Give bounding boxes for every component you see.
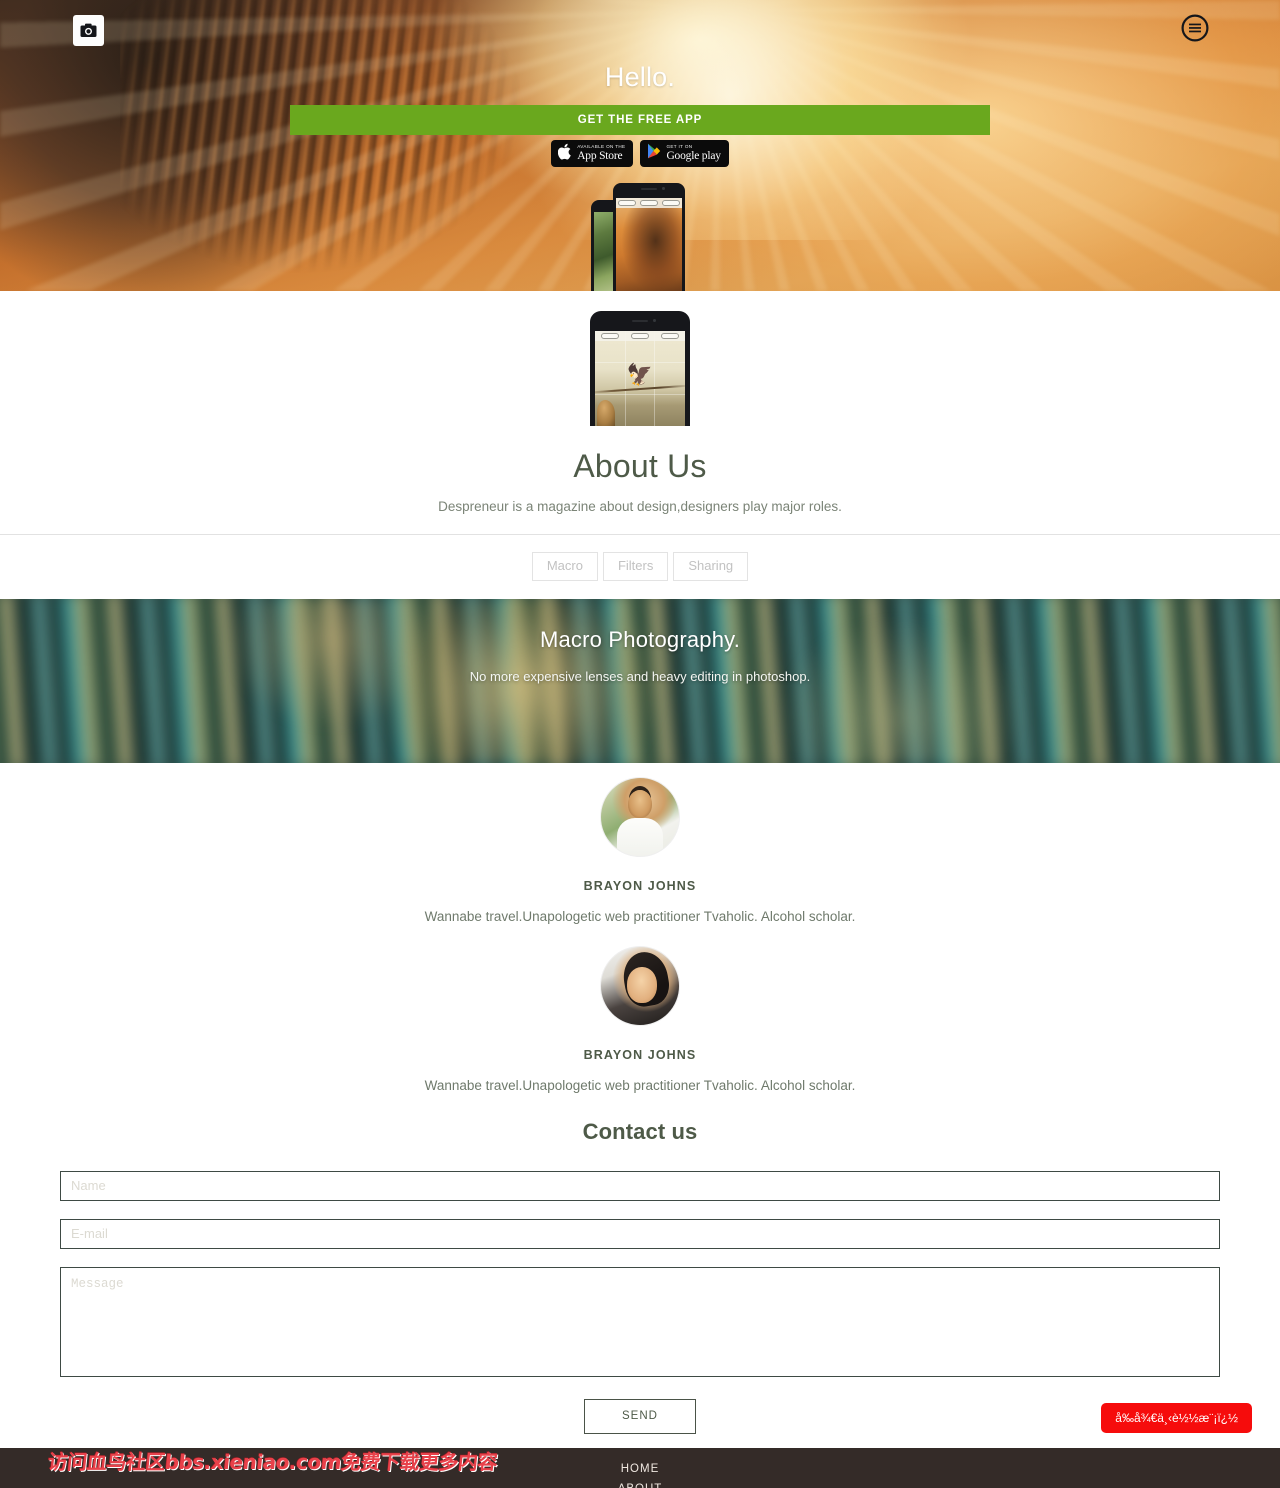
hero-section: Hello. GET THE FREE APP Available on the… [0,0,1280,291]
about-phone-mockup: 🦅 [590,311,690,426]
team-member-bio: Wannabe travel.Unapologetic web practiti… [424,1077,856,1093]
download-floating-button[interactable]: å‰å¾€ä¸‹è½½æ¨¡ï¿½ [1101,1403,1252,1434]
about-subtitle: Despreneur is a magazine about design,de… [438,499,842,514]
tab-macro[interactable]: Macro [531,552,598,581]
feature-tabs: Macro Filters Sharing [0,535,1280,599]
app-store-badge-small-label: Available on the [577,143,626,149]
send-button[interactable]: SEND [584,1398,696,1434]
apple-icon [558,143,572,165]
google-play-badge-label: Google play [666,149,721,162]
tab-sharing[interactable]: Sharing [673,552,749,581]
avatar [600,945,680,1026]
tab-filters[interactable]: Filters [602,552,669,581]
camera-logo-button[interactable] [73,15,104,46]
name-input[interactable] [60,1170,1220,1201]
google-play-badge-small-label: Get it on [666,143,693,149]
watermark-text: 访问血鸟社区bbs.xieniao.com免费下载更多内容 [46,1450,499,1474]
team-member-name: BRAYON JOHNS [583,1047,697,1062]
about-section: 🦅 About Us Despreneur is a magazine abou… [0,291,1280,599]
about-title: About Us [573,448,707,484]
team-member: BRAYON JOHNS Wannabe travel.Unapologetic… [0,776,1280,924]
band-title: Macro Photography. [539,626,741,652]
macro-photography-band: Macro Photography. No more expensive len… [0,598,1280,763]
camera-icon [80,23,97,38]
team-member-bio: Wannabe travel.Unapologetic web practiti… [424,908,856,924]
footer-link-about[interactable]: ABOUT [0,1479,1280,1488]
app-store-badge-label: App Store [577,149,623,162]
avatar [600,776,680,857]
hero-phone-mockups [0,183,1280,291]
message-textarea[interactable] [60,1266,1220,1377]
app-store-badges: Available on the App Store Get it on Goo… [0,140,1280,167]
band-subtitle: No more expensive lenses and heavy editi… [469,668,811,684]
get-free-app-button[interactable]: GET THE FREE APP [290,105,990,135]
hero-phone-front [613,183,685,291]
contact-form: SEND [60,1170,1220,1434]
contact-title: Contact us [582,1118,698,1144]
hamburger-menu-button[interactable] [1180,14,1210,47]
google-play-icon [647,143,661,164]
hamburger-menu-icon [1181,14,1209,47]
team-section: BRAYON JOHNS Wannabe travel.Unapologetic… [0,762,1280,1434]
team-member: BRAYON JOHNS Wannabe travel.Unapologetic… [0,945,1280,1093]
email-input[interactable] [60,1218,1220,1249]
app-store-badge[interactable]: Available on the App Store [551,140,634,167]
bird-photo-icon: 🦅 [626,363,654,387]
team-member-name: BRAYON JOHNS [583,878,697,893]
hero-title: Hello. [604,62,676,92]
google-play-badge[interactable]: Get it on Google play [640,140,729,167]
